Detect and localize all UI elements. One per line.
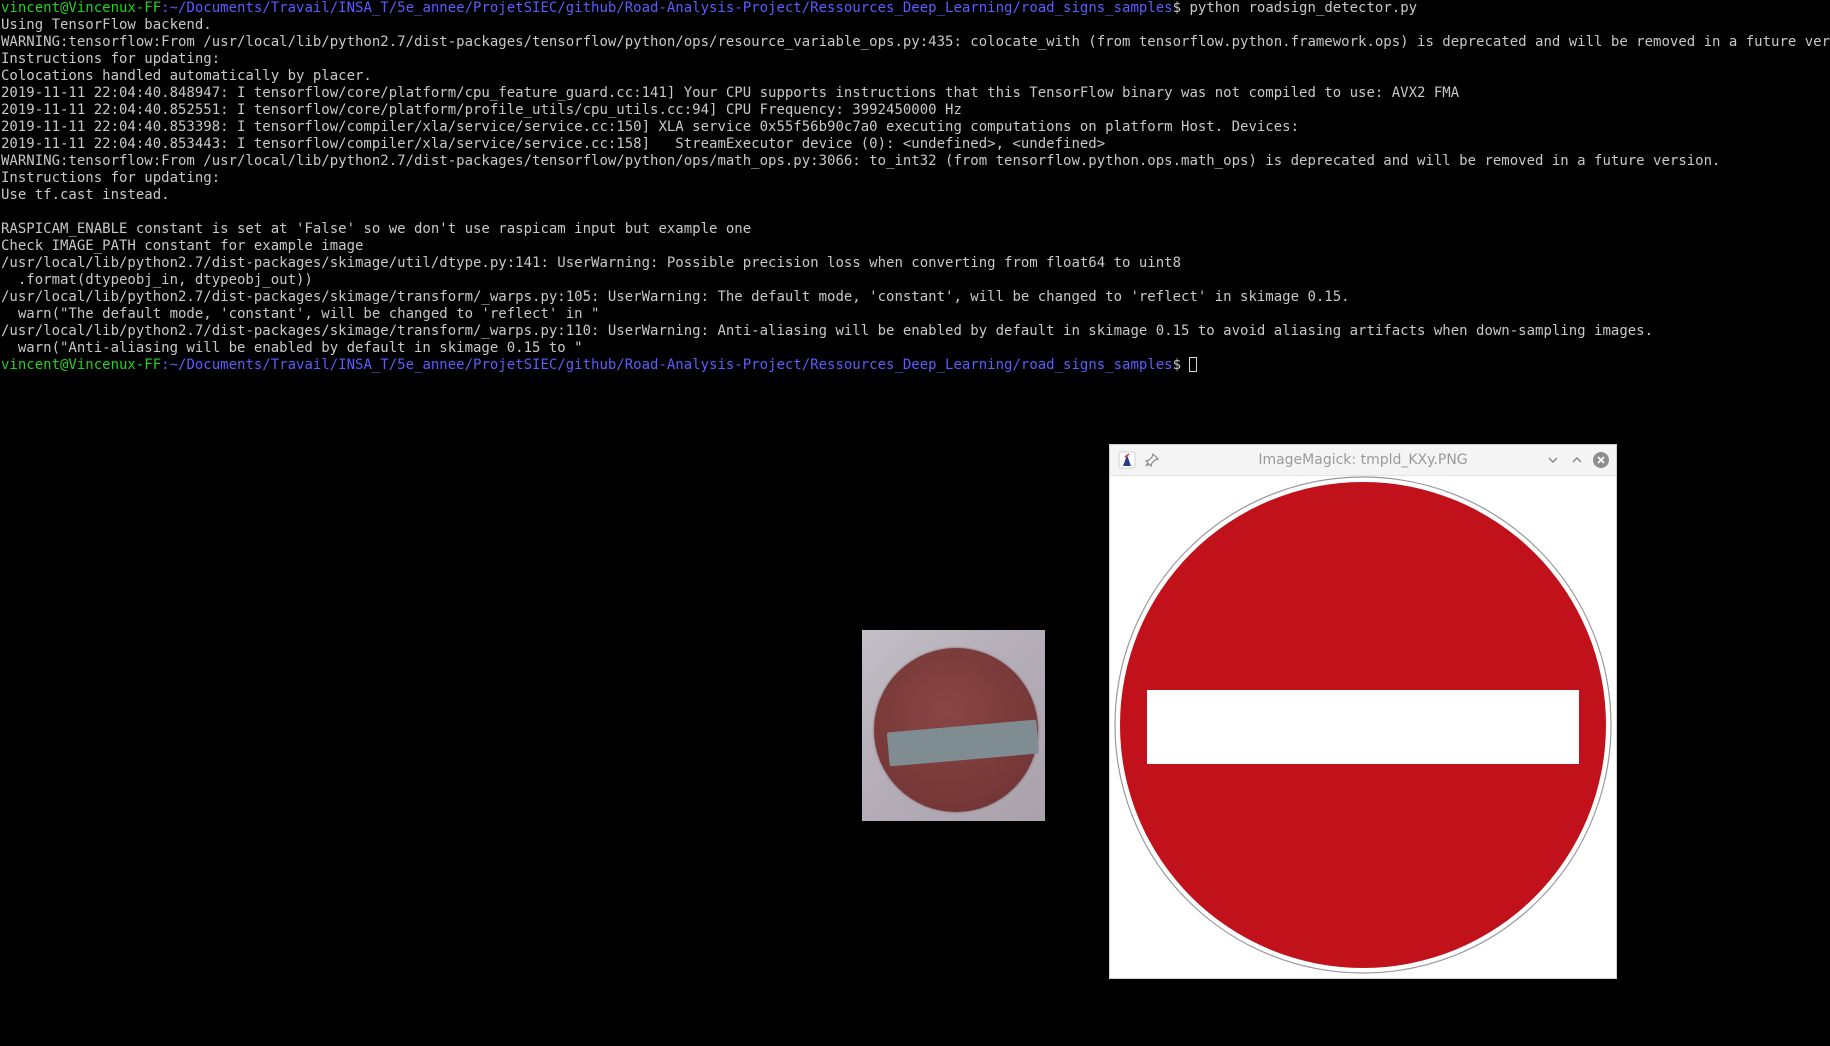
prompt-symbol: $ [1172,357,1190,373]
terminal-output-line: /usr/local/lib/python2.7/dist-packages/s… [1,255,1182,271]
first-prompt-line: vincent@Vincenux-FF:~/Documents/Travail/… [1,0,1830,17]
close-icon[interactable] [1592,451,1610,469]
terminal-output-line: warn("Anti-aliasing will be enabled by d… [1,340,583,356]
terminal-output-line: Colocations handled automatically by pla… [1,68,372,84]
text-cursor[interactable] [1189,357,1198,372]
terminal-output-line: Using TensorFlow backend. [1,17,212,33]
terminal-output-line: 2019-11-11 22:04:40.853398: I tensorflow… [1,119,1300,135]
window-title: ImageMagick: tmpld_KXy.PNG [1258,452,1468,468]
prompt-path: :~/Documents/Travail/INSA_T/5e_annee/Pro… [161,357,1173,373]
terminal-output-line: 2019-11-11 22:04:40.852551: I tensorflow… [1,102,962,118]
terminal-output-line: .format(dtypeobj_in, dtypeobj_out)) [1,272,313,288]
terminal-output-line: warn("The default mode, 'constant', will… [1,306,600,322]
terminal-output-line: WARNING:tensorflow:From /usr/local/lib/p… [1,34,1830,50]
terminal-output-line: Check IMAGE_PATH constant for example im… [1,238,364,254]
prompt-user-host: vincent@Vincenux-FF [1,357,162,373]
terminal-output-line: WARNING:tensorflow:From /usr/local/lib/p… [1,153,1721,169]
last-prompt-line[interactable]: vincent@Vincenux-FF:~/Documents/Travail/… [1,357,1830,374]
terminal-output-line: 2019-11-11 22:04:40.853443: I tensorflow… [1,136,1106,152]
terminal-output-line [1,204,1830,221]
chevron-up-icon[interactable] [1568,451,1586,469]
output-lines: Using TensorFlow backend. WARNING:tensorf… [1,17,1830,357]
terminal-output-line: Use tf.cast instead. [1,187,170,203]
sign-white-bar [1147,690,1579,764]
prompt-path: :~/Documents/Travail/INSA_T/5e_annee/Pro… [161,0,1173,16]
terminal-output-line: Instructions for updating: [1,51,221,67]
imagemagick-wizard-icon[interactable] [1118,451,1136,469]
terminal-output-line: Instructions for updating: [1,170,221,186]
prompt-user-host: vincent@Vincenux-FF [1,0,162,16]
pin-icon[interactable] [1143,451,1161,469]
chevron-down-icon[interactable] [1544,451,1562,469]
terminal-output-line: RASPICAM_ENABLE constant is set at 'Fals… [1,221,752,237]
terminal-output: vincent@Vincenux-FF:~/Documents/Travail/… [1,0,1830,374]
terminal-output-line: 2019-11-11 22:04:40.848947: I tensorflow… [1,85,1460,101]
detected-sign-thumbnail [862,630,1045,821]
imagemagick-window[interactable]: ImageMagick: tmpld_KXy.PNG [1109,444,1617,979]
window-titlebar[interactable]: ImageMagick: tmpld_KXy.PNG [1110,445,1616,476]
no-entry-sign [1114,476,1612,974]
terminal-output-line: /usr/local/lib/python2.7/dist-packages/s… [1,289,1350,305]
image-canvas[interactable] [1110,476,1616,978]
terminal-output-line: /usr/local/lib/python2.7/dist-packages/s… [1,323,1654,339]
prompt-symbol: $ [1172,0,1182,16]
prompt-command: python roadsign_detector.py [1181,0,1418,16]
